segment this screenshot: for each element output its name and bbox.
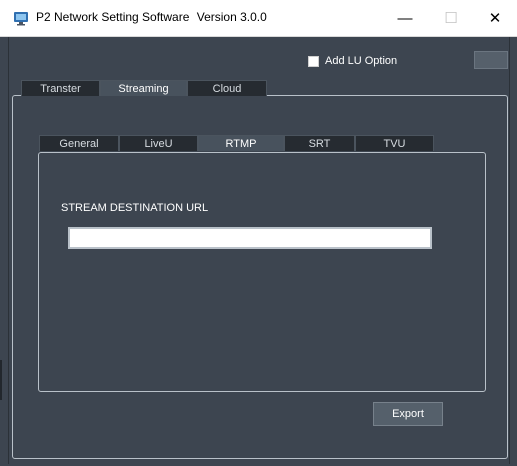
tab-rtmp[interactable]: RTMP xyxy=(198,135,284,151)
tab-label: TVU xyxy=(383,137,406,150)
streaming-tab-panel xyxy=(38,152,486,392)
tab-streaming[interactable]: Streaming xyxy=(100,80,187,96)
tab-label: Cloud xyxy=(212,82,242,95)
app-name: P2 Network Setting Software xyxy=(36,10,190,24)
close-icon: ✕ xyxy=(488,10,502,27)
tab-tvu[interactable]: TVU xyxy=(355,135,434,151)
minimize-icon: — xyxy=(397,9,413,27)
window-title: P2 Network Setting Software Version 3.0.… xyxy=(36,10,271,24)
tab-general[interactable]: General xyxy=(39,135,119,151)
title-bar[interactable]: P2 Network Setting Software Version 3.0.… xyxy=(0,0,517,37)
minimize-button[interactable]: — xyxy=(382,0,428,36)
tab-label: General xyxy=(59,137,99,150)
maximize-icon: ☐ xyxy=(444,10,458,27)
add-lu-label: Add LU Option xyxy=(325,55,398,67)
close-button[interactable]: ✕ xyxy=(472,0,517,36)
add-lu-checkbox[interactable] xyxy=(308,55,319,67)
app-icon xyxy=(14,12,28,26)
tab-srt[interactable]: SRT xyxy=(284,135,355,151)
tab-label: LiveU xyxy=(144,137,173,150)
app-version: Version 3.0.0 xyxy=(196,10,267,24)
window-edge xyxy=(0,360,2,400)
tab-cloud[interactable]: Cloud xyxy=(187,80,267,96)
export-button[interactable]: Export xyxy=(373,402,443,426)
client-area: Add LU Option Transter Streaming Cloud G… xyxy=(8,37,510,464)
stream-url-label: STREAM DESTINATION URL xyxy=(61,202,209,214)
tab-label: Transter xyxy=(40,82,81,95)
stream-url-input[interactable] xyxy=(68,227,432,249)
export-label: Export xyxy=(392,408,424,420)
tab-liveu[interactable]: LiveU xyxy=(119,135,198,151)
add-lu-option[interactable]: Add LU Option xyxy=(308,55,397,67)
corner-button[interactable] xyxy=(474,51,508,69)
tab-label: SRT xyxy=(308,137,331,150)
tab-label: Streaming xyxy=(118,82,169,95)
main-tab-bar: Transter Streaming Cloud xyxy=(21,80,267,96)
tab-label: RTMP xyxy=(225,137,257,150)
maximize-button[interactable]: ☐ xyxy=(428,0,474,36)
streaming-tab-bar: General LiveU RTMP SRT TVU xyxy=(39,135,434,151)
tab-transfer[interactable]: Transter xyxy=(21,80,100,96)
